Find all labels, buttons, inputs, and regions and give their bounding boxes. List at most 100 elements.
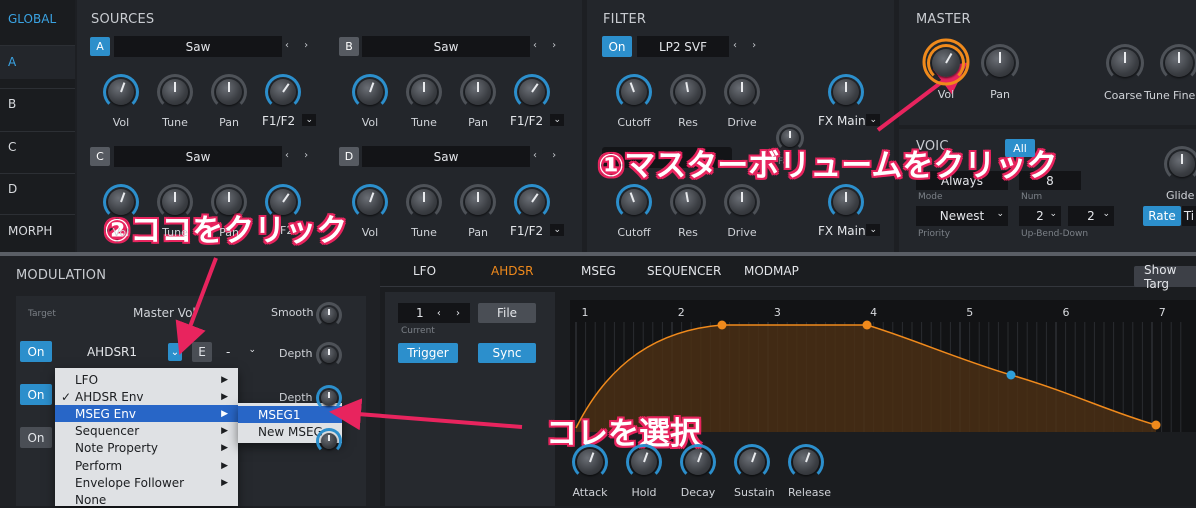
envelope-sustain-knob[interactable] xyxy=(734,444,770,480)
mod-smooth-knob[interactable] xyxy=(316,302,342,328)
filter-type-arrows[interactable]: ‹ › xyxy=(733,40,762,51)
envelope-attack-knob[interactable] xyxy=(572,444,608,480)
envelope-sync-button[interactable]: Sync xyxy=(478,343,536,363)
source-c-vol-knob[interactable] xyxy=(103,184,139,220)
source-c-tune-knob[interactable] xyxy=(157,184,193,220)
source-a-route-knob[interactable] xyxy=(265,74,301,110)
source-c-wave[interactable]: Saw xyxy=(114,146,282,167)
voicing-time-button[interactable]: Ti xyxy=(1182,206,1196,226)
source-d-tune-knob[interactable] xyxy=(406,184,442,220)
source-b-route[interactable]: F1/F2 ⌄ xyxy=(500,111,566,131)
envelope-point-release[interactable] xyxy=(1151,420,1161,430)
voicing-bend-down[interactable]: 2 ⌄ xyxy=(1068,206,1114,226)
menu-item-ahdsr-env[interactable]: ✓ AHDSR Env ▶ xyxy=(55,388,238,405)
tab-mseg[interactable]: MSEG xyxy=(581,264,616,278)
envelope-decay-knob[interactable] xyxy=(680,444,716,480)
source-b-toggle[interactable]: B xyxy=(339,37,359,56)
source-d-wave[interactable]: Saw xyxy=(362,146,530,167)
source-a-tune-knob[interactable] xyxy=(157,74,193,110)
menu-item-lfo[interactable]: LFO ▶ xyxy=(55,371,238,388)
sidebar-item-morph[interactable]: MORPH xyxy=(0,214,75,248)
source-c-toggle[interactable]: C xyxy=(90,147,110,166)
source-d-pan-knob[interactable] xyxy=(460,184,496,220)
envelope-trigger-button[interactable]: Trigger xyxy=(398,343,458,363)
master-pan-knob[interactable] xyxy=(981,44,1019,82)
filter2-drive-knob[interactable] xyxy=(724,184,760,220)
mod-row2-depth-knob[interactable] xyxy=(316,385,342,411)
envelope-point-hold[interactable] xyxy=(862,320,872,330)
mod-row1-dash[interactable]: - ⌄ xyxy=(218,342,262,362)
tab-sequencer[interactable]: SEQUENCER xyxy=(647,264,721,278)
mod-row3-on-button[interactable]: On xyxy=(20,427,52,448)
mod-row1-source-dropdown[interactable]: ⌄ xyxy=(168,343,182,361)
tab-lfo[interactable]: LFO xyxy=(413,264,436,278)
menu-item-perform[interactable]: Perform ▶ xyxy=(55,457,238,474)
menu-item-envelope-follower[interactable]: Envelope Follower ▶ xyxy=(55,474,238,491)
filter-drive-knob[interactable] xyxy=(724,74,760,110)
source-c-arrows[interactable]: ‹ › xyxy=(285,150,314,161)
source-d-route-knob[interactable] xyxy=(514,184,550,220)
source-a-route[interactable]: F1/F2 ⌄ xyxy=(252,111,318,131)
filter2-res-knob[interactable] xyxy=(670,184,706,220)
envelope-hold-knob[interactable] xyxy=(626,444,662,480)
mod-row1-depth-knob[interactable] xyxy=(316,342,342,368)
voicing-bend-up[interactable]: 2 ⌄ xyxy=(1019,206,1061,226)
source-a-pan-knob[interactable] xyxy=(211,74,247,110)
filter2-fx-knob[interactable] xyxy=(828,184,864,220)
master-vol-knob[interactable] xyxy=(927,44,965,82)
envelope-file-button[interactable]: File xyxy=(478,303,536,323)
source-b-wave[interactable]: Saw xyxy=(362,36,530,57)
filter2-route[interactable]: FX Main ⌄ xyxy=(808,221,882,241)
source-b-route-knob[interactable] xyxy=(514,74,550,110)
mod-row1-e-button[interactable]: E xyxy=(192,342,212,362)
source-d-toggle[interactable]: D xyxy=(339,147,359,166)
filter-fader-knob[interactable] xyxy=(776,124,804,152)
sidebar-item-b[interactable]: B xyxy=(0,88,75,122)
source-c-pan-knob[interactable] xyxy=(211,184,247,220)
menu-item-note-property[interactable]: Note Property ▶ xyxy=(55,440,238,457)
envelope-point-sustain[interactable] xyxy=(1006,370,1016,380)
source-b-tune-knob[interactable] xyxy=(406,74,442,110)
filter-on-button[interactable]: On xyxy=(602,36,632,57)
sidebar-item-a[interactable]: A xyxy=(0,45,75,79)
menu-item-mseg-env[interactable]: MSEG Env ▶ xyxy=(55,405,238,423)
show-target-button[interactable]: Show Targ xyxy=(1134,263,1196,291)
envelope-point-attack[interactable] xyxy=(717,320,727,330)
menu-item-sequencer[interactable]: Sequencer ▶ xyxy=(55,423,238,440)
envelope-current-arrows[interactable]: ‹ › xyxy=(437,308,466,319)
mod-row1-source[interactable]: AHDSR1 xyxy=(56,341,168,362)
tab-ahdsr[interactable]: AHDSR xyxy=(491,264,533,278)
source-d-arrows[interactable]: ‹ › xyxy=(533,150,562,161)
filter2-cutoff-knob[interactable] xyxy=(616,184,652,220)
sidebar-item-c[interactable]: C xyxy=(0,131,75,165)
source-a-arrows[interactable]: ‹ › xyxy=(285,40,314,51)
filter-fx-knob[interactable] xyxy=(828,74,864,110)
source-a-wave[interactable]: Saw xyxy=(114,36,282,57)
source-d-vol-knob[interactable] xyxy=(352,184,388,220)
master-coarse-knob[interactable] xyxy=(1106,44,1144,82)
envelope-release-knob[interactable] xyxy=(788,444,824,480)
source-a-toggle[interactable]: A xyxy=(90,37,110,56)
mod-row1-on-button[interactable]: On xyxy=(20,341,52,362)
source-d-route[interactable]: F1/F2 ⌄ xyxy=(500,221,566,241)
voicing-tab-all[interactable]: All xyxy=(1005,139,1035,157)
voicing-priority[interactable]: Newest ⌄ xyxy=(916,206,1008,226)
filter-cutoff-knob[interactable] xyxy=(616,74,652,110)
sidebar-global[interactable]: GLOBAL xyxy=(8,12,56,26)
source-b-arrows[interactable]: ‹ › xyxy=(533,40,562,51)
source-b-pan-knob[interactable] xyxy=(460,74,496,110)
sidebar-item-d[interactable]: D xyxy=(0,173,75,207)
master-fine-knob[interactable] xyxy=(1160,44,1196,82)
voicing-glide-knob[interactable] xyxy=(1164,146,1196,182)
source-a-vol-knob[interactable] xyxy=(103,74,139,110)
source-c-route-knob[interactable] xyxy=(265,184,301,220)
filter-route[interactable]: FX Main ⌄ xyxy=(808,111,882,131)
filter-type[interactable]: LP2 SVF xyxy=(637,36,729,57)
tab-modmap[interactable]: MODMAP xyxy=(744,264,799,278)
filter-res-knob[interactable] xyxy=(670,74,706,110)
voicing-rate-button[interactable]: Rate xyxy=(1143,206,1181,226)
source-b-vol-knob[interactable] xyxy=(352,74,388,110)
mod-row3-depth-knob[interactable] xyxy=(316,428,342,454)
mod-row2-on-button[interactable]: On xyxy=(20,384,52,405)
envelope-current[interactable]: 1 ‹ › xyxy=(398,303,470,323)
